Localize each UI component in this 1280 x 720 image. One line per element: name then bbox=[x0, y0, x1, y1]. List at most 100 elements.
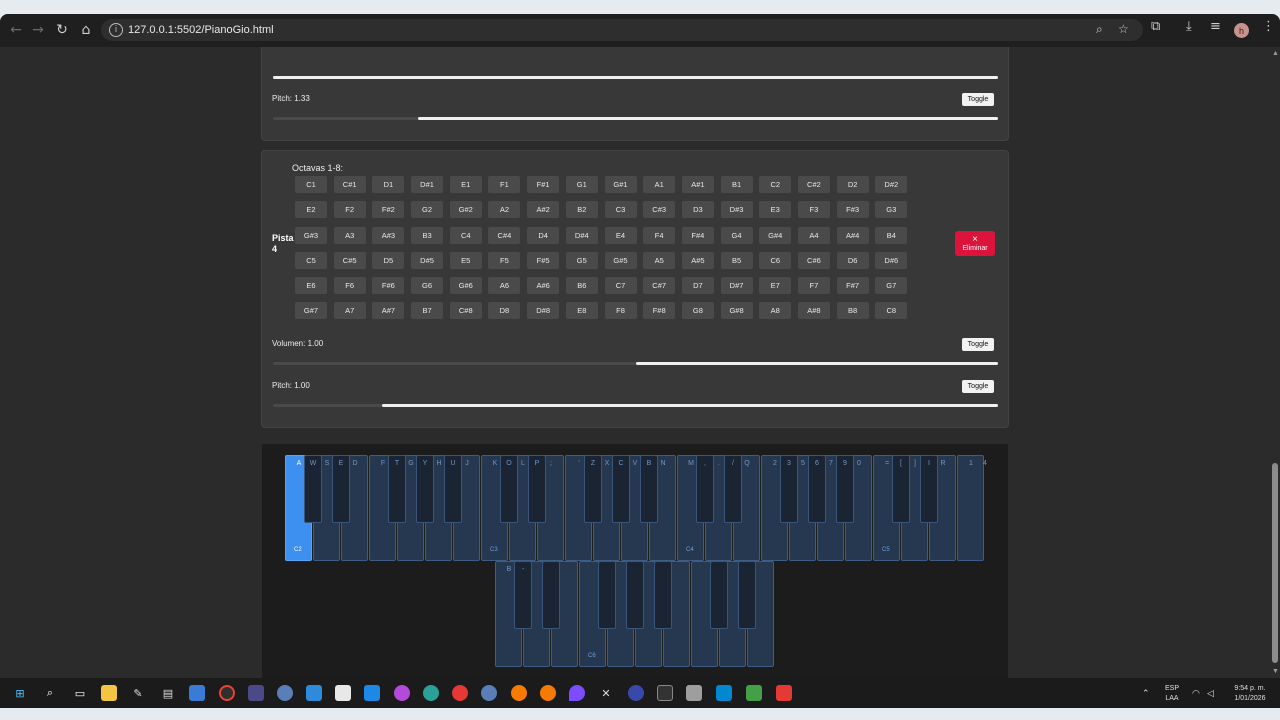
note-button[interactable]: F#7 bbox=[836, 277, 869, 295]
note-button[interactable]: D4 bbox=[527, 226, 560, 244]
note-button[interactable]: G#3 bbox=[295, 226, 327, 244]
note-button[interactable]: A5 bbox=[643, 251, 676, 269]
note-button[interactable]: D8 bbox=[488, 302, 521, 320]
page-scrollbar[interactable]: ▲ ▼ bbox=[1270, 47, 1280, 678]
note-button[interactable]: D#4 bbox=[565, 226, 598, 244]
note-button[interactable]: F#3 bbox=[836, 201, 869, 219]
note-button[interactable]: B1 bbox=[720, 176, 753, 193]
app-icon-3[interactable] bbox=[306, 685, 322, 701]
note-button[interactable]: E7 bbox=[759, 277, 792, 295]
note-button[interactable]: A8 bbox=[759, 302, 792, 320]
note-button[interactable]: A#4 bbox=[836, 226, 869, 244]
chrome-icon[interactable] bbox=[219, 685, 235, 701]
prev-volume-slider[interactable] bbox=[273, 76, 998, 79]
zoom-icon[interactable]: ⌕ bbox=[1096, 22, 1103, 37]
note-button[interactable]: C#5 bbox=[333, 251, 366, 269]
note-button[interactable]: E6 bbox=[295, 277, 327, 295]
note-button[interactable]: G5 bbox=[565, 251, 598, 269]
app-icon-13[interactable] bbox=[776, 685, 792, 701]
note-button[interactable]: D#7 bbox=[720, 277, 753, 295]
note-button[interactable]: C#3 bbox=[643, 201, 676, 219]
app-icon-11[interactable] bbox=[716, 685, 732, 701]
blender-icon[interactable] bbox=[511, 685, 527, 701]
note-button[interactable]: C#6 bbox=[797, 251, 830, 269]
volume-slider[interactable] bbox=[273, 362, 998, 365]
white-key[interactable] bbox=[957, 455, 984, 561]
note-button[interactable]: D#3 bbox=[720, 201, 753, 219]
note-button[interactable]: D6 bbox=[836, 251, 869, 269]
windows-start-icon[interactable]: ⊞ bbox=[12, 685, 28, 701]
note-button[interactable]: B6 bbox=[565, 277, 598, 295]
note-button[interactable]: F#8 bbox=[643, 302, 676, 320]
volume-icon[interactable]: ◁ bbox=[1207, 688, 1214, 698]
note-button[interactable]: D7 bbox=[681, 277, 714, 295]
note-button[interactable]: A6 bbox=[488, 277, 521, 295]
site-info-icon[interactable]: i bbox=[109, 23, 123, 37]
search-icon[interactable]: ⌕ bbox=[42, 685, 58, 701]
note-button[interactable]: A#3 bbox=[372, 226, 405, 244]
note-button[interactable]: C6 bbox=[759, 251, 792, 269]
note-button[interactable]: G#4 bbox=[759, 226, 792, 244]
clock[interactable]: 9:54 p. m. 1/01/2026 bbox=[1224, 684, 1276, 704]
note-button[interactable]: G#1 bbox=[604, 176, 637, 193]
pitch-slider[interactable] bbox=[273, 404, 998, 407]
black-key[interactable] bbox=[710, 561, 728, 629]
note-button[interactable]: F1 bbox=[488, 176, 521, 193]
note-button[interactable]: G#6 bbox=[449, 277, 482, 295]
app-icon-6[interactable] bbox=[481, 685, 497, 701]
store-icon[interactable] bbox=[335, 685, 351, 701]
note-button[interactable]: A2 bbox=[488, 201, 521, 219]
bookmark-star-icon[interactable]: ☆ bbox=[1118, 22, 1129, 36]
note-button[interactable]: G#2 bbox=[449, 201, 482, 219]
app-icon-5[interactable] bbox=[423, 685, 439, 701]
note-button[interactable]: D2 bbox=[836, 176, 869, 193]
note-button[interactable]: F2 bbox=[333, 201, 366, 219]
vscode-icon[interactable] bbox=[364, 685, 380, 701]
note-button[interactable]: G#8 bbox=[720, 302, 753, 320]
notepad-icon[interactable] bbox=[189, 685, 205, 701]
note-button[interactable]: C#4 bbox=[488, 226, 521, 244]
scrollbar-thumb[interactable] bbox=[1272, 463, 1278, 663]
note-button[interactable]: F#2 bbox=[372, 201, 405, 219]
app-icon-1[interactable] bbox=[248, 685, 264, 701]
note-button[interactable]: D1 bbox=[372, 176, 405, 193]
menu-icon[interactable]: ⋮ bbox=[1262, 19, 1275, 34]
note-button[interactable]: A1 bbox=[643, 176, 676, 193]
note-button[interactable]: F#1 bbox=[527, 176, 560, 193]
note-button[interactable]: E2 bbox=[295, 201, 327, 219]
note-button[interactable]: B3 bbox=[411, 226, 444, 244]
app-icon-9[interactable] bbox=[628, 685, 644, 701]
note-button[interactable]: B4 bbox=[875, 226, 908, 244]
note-button[interactable]: E8 bbox=[565, 302, 598, 320]
app-icon-4[interactable] bbox=[394, 685, 410, 701]
note-button[interactable]: F#4 bbox=[681, 226, 714, 244]
note-button[interactable]: F8 bbox=[604, 302, 637, 320]
pitch-toggle[interactable]: Toggle bbox=[962, 380, 994, 393]
note-button[interactable]: D#6 bbox=[875, 251, 908, 269]
note-button[interactable]: G1 bbox=[565, 176, 598, 193]
note-button[interactable]: D3 bbox=[681, 201, 714, 219]
blender-icon-2[interactable] bbox=[540, 685, 556, 701]
note-button[interactable]: F#5 bbox=[527, 251, 560, 269]
note-button[interactable]: A#5 bbox=[681, 251, 714, 269]
back-icon[interactable]: ← bbox=[4, 18, 28, 42]
profile-avatar[interactable]: h bbox=[1234, 23, 1249, 38]
wifi-icon[interactable]: ◠ bbox=[1192, 688, 1200, 698]
app-icon-10[interactable] bbox=[686, 685, 702, 701]
note-button[interactable]: A#7 bbox=[372, 302, 405, 320]
media-icon[interactable]: ▤ bbox=[160, 685, 176, 701]
note-button[interactable]: B2 bbox=[565, 201, 598, 219]
app-icon-8[interactable]: ✕ bbox=[598, 685, 614, 701]
note-button[interactable]: C#2 bbox=[797, 176, 830, 193]
note-button[interactable]: A#2 bbox=[527, 201, 560, 219]
note-button[interactable]: E5 bbox=[449, 251, 482, 269]
reading-list-icon[interactable]: ≡ bbox=[1210, 19, 1221, 34]
app-icon-7[interactable] bbox=[569, 685, 585, 701]
language-indicator[interactable]: ESP LAA bbox=[1160, 684, 1184, 704]
note-button[interactable]: G2 bbox=[411, 201, 444, 219]
note-button[interactable]: A4 bbox=[797, 226, 830, 244]
note-button[interactable]: D#8 bbox=[527, 302, 560, 320]
black-key[interactable] bbox=[626, 561, 644, 629]
note-button[interactable]: C3 bbox=[604, 201, 637, 219]
opera-icon[interactable] bbox=[452, 685, 468, 701]
